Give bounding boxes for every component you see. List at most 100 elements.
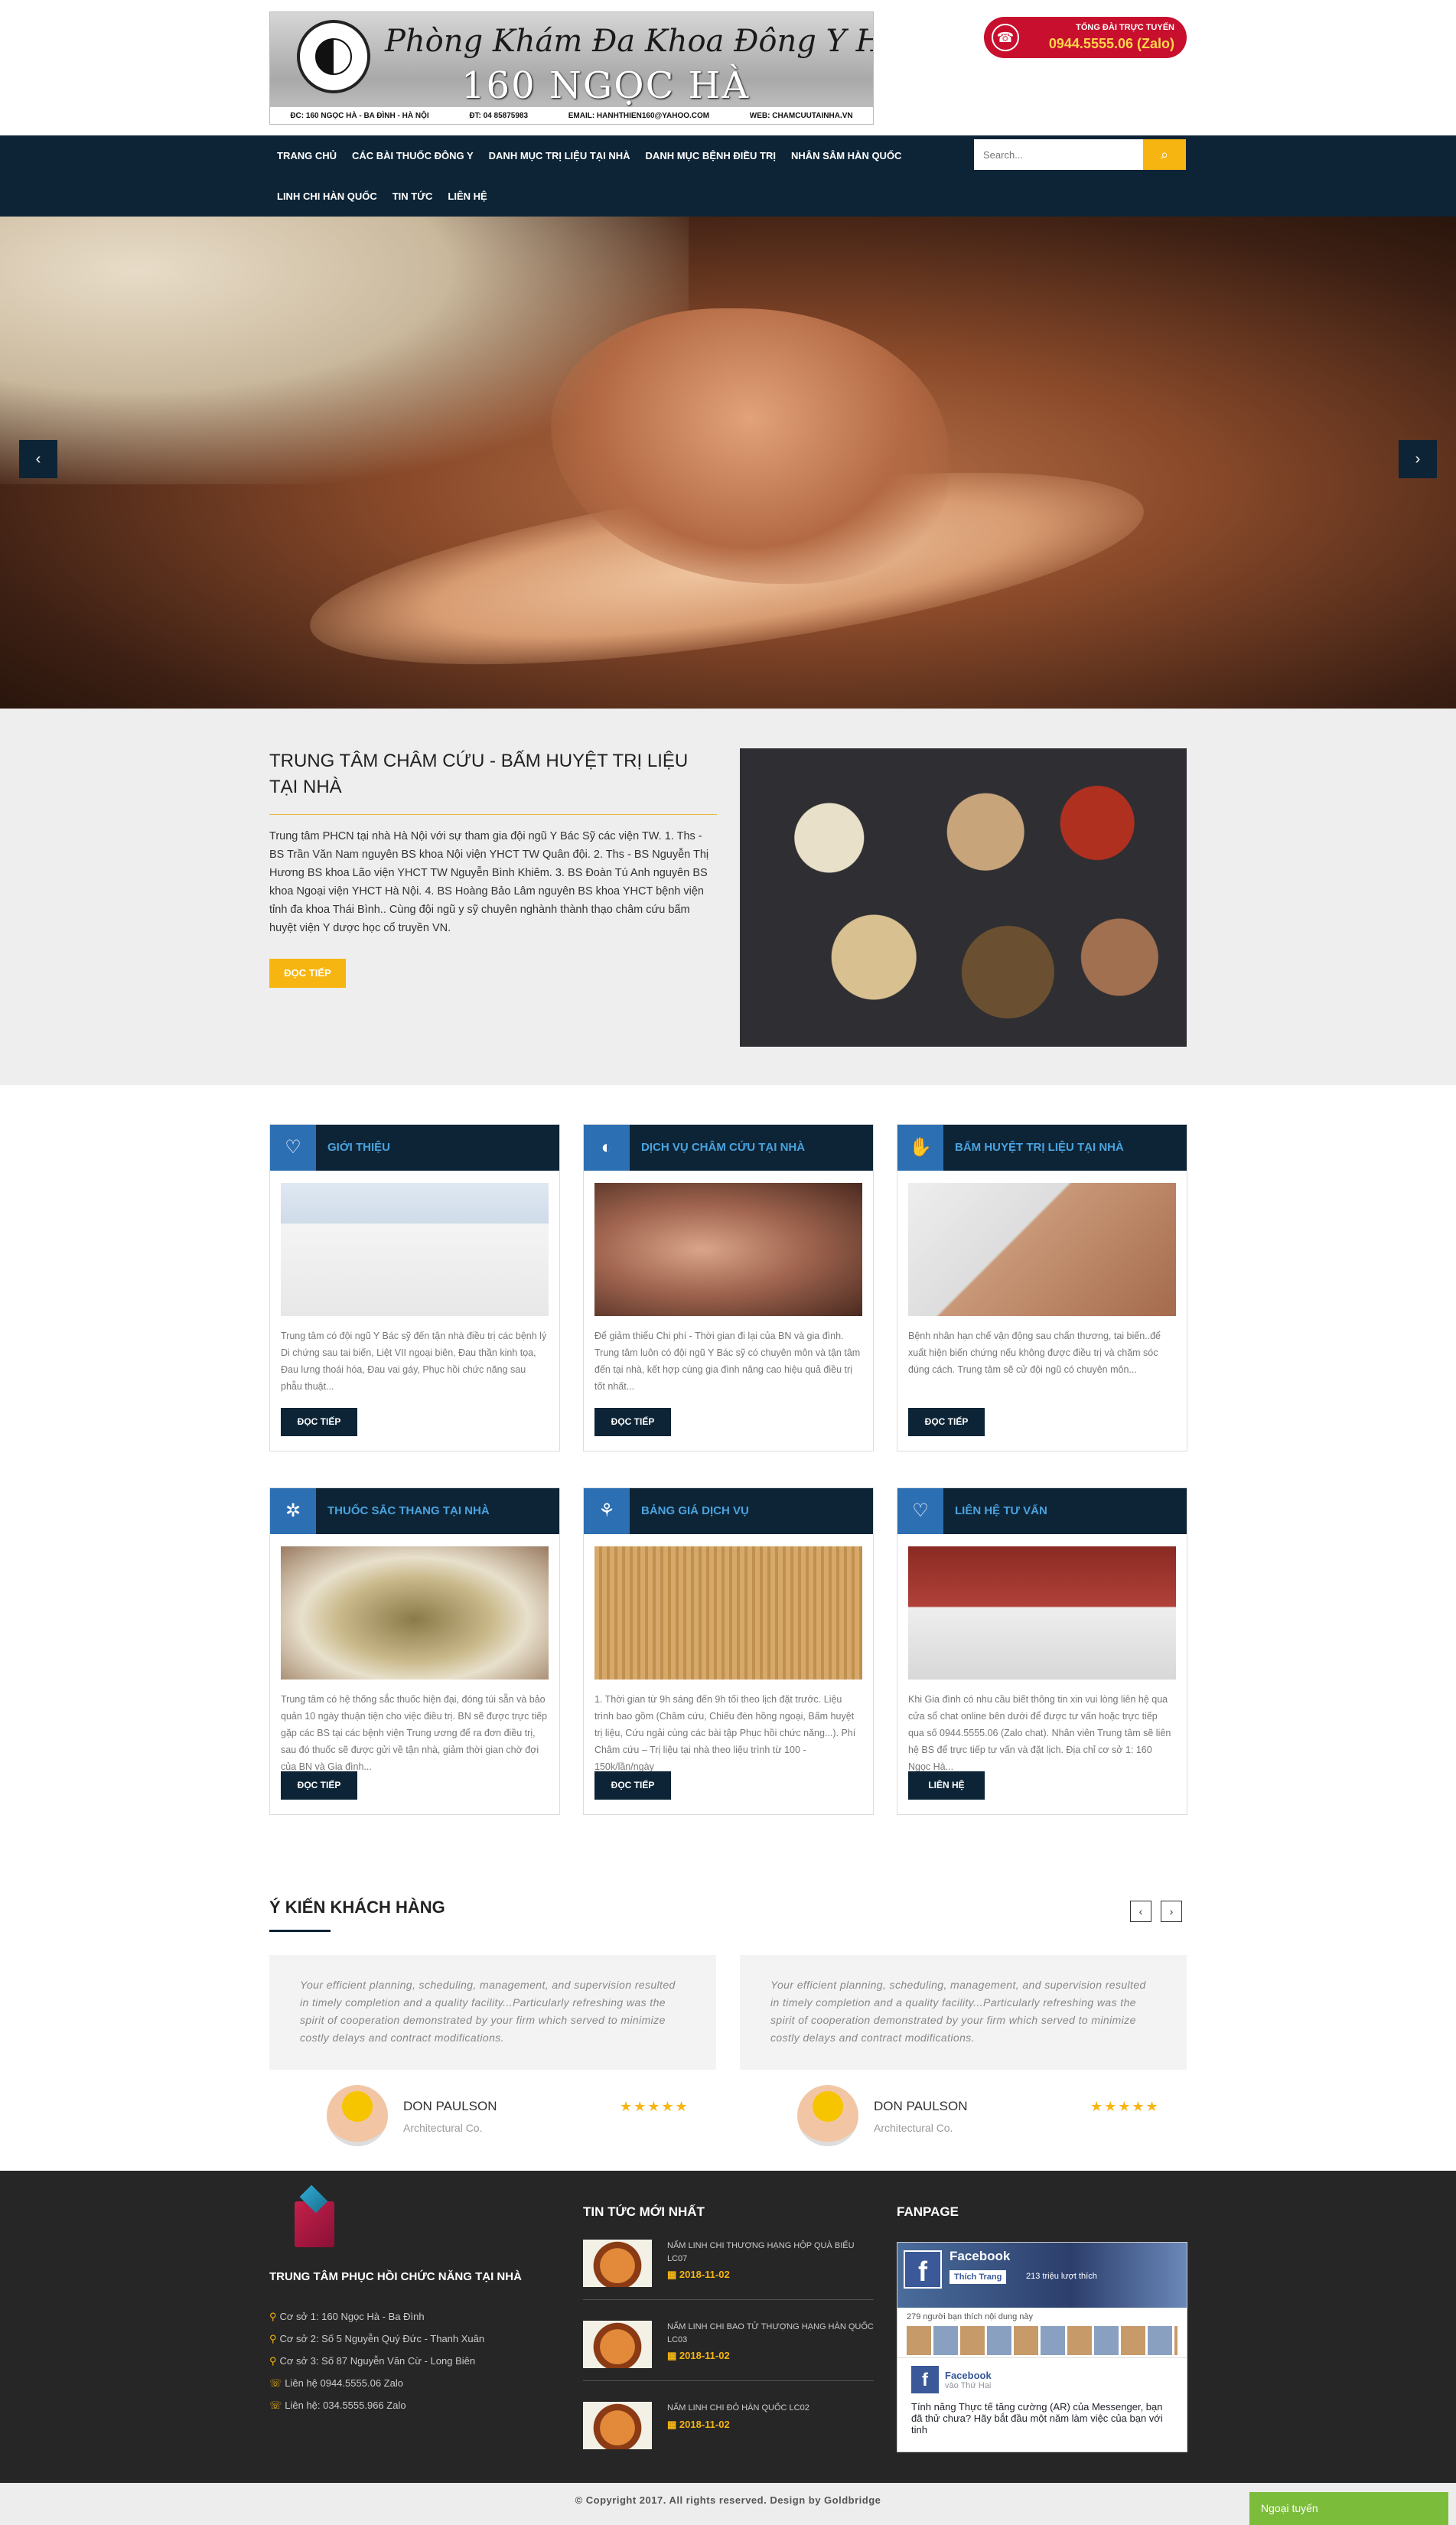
footer-address-2: ⚲ Cơ sở 2: Số 5 Nguyễn Quý Đức - Thanh Xu… bbox=[269, 2333, 484, 2345]
nav-item-contact[interactable]: LIÊN HỆ bbox=[440, 191, 494, 202]
service-read-more-button[interactable]: ĐỌC TIẾP bbox=[594, 1408, 671, 1436]
testimonial-next-button[interactable]: › bbox=[1161, 1901, 1182, 1922]
service-read-more-button[interactable]: ĐỌC TIẾP bbox=[594, 1771, 671, 1800]
service-title[interactable]: GIỚI THIỆU bbox=[327, 1125, 390, 1171]
logo-strip-email: EMAIL: HANHTHIEN160@YAHOO.COM bbox=[568, 111, 710, 120]
nav-item-news[interactable]: TIN TỨC bbox=[385, 191, 441, 202]
footer-address-text: Cơ sở 3: Số 87 Nguyễn Văn Cừ - Long Biên bbox=[279, 2355, 476, 2367]
hotline-badge[interactable]: ☎ TỔNG ĐÀI TRỰC TUYẾN 0944.5555.06 (Zalo… bbox=[984, 17, 1187, 58]
news-title: TIN TỨC MỚI NHẤT bbox=[583, 2204, 705, 2219]
intro-divider bbox=[269, 814, 717, 815]
main-nav: TRANG CHỦ CÁC BÀI THUỐC ĐÔNG Y DANH MỤC … bbox=[0, 135, 1456, 217]
footer-address-text: Cơ sở 2: Số 5 Nguyễn Quý Đức - Thanh Xuâ… bbox=[279, 2333, 485, 2344]
avatar bbox=[327, 2085, 388, 2146]
intro-text: Trung tâm PHCN tại nhà Hà Nội với sự tha… bbox=[269, 830, 709, 934]
lungs-icon: ⚘ bbox=[584, 1488, 630, 1534]
service-text: Bệnh nhân hạn chế vận động sau chấn thươ… bbox=[908, 1331, 1161, 1375]
copyright: © Copyright 2017. All rights reserved. D… bbox=[0, 2483, 1456, 2525]
testimonial-quote: Your efficient planning, scheduling, man… bbox=[269, 1955, 716, 2070]
location-pin-icon: ⚲ bbox=[269, 2333, 277, 2344]
testimonial-company: Architectural Co. bbox=[403, 2122, 483, 2134]
testimonial-name: DON PAULSON bbox=[403, 2099, 497, 2113]
hotline-number: 0944.5555.06 (Zalo) bbox=[1048, 36, 1174, 51]
site-footer: TRUNG TÂM PHỤC HỒI CHỨC NĂNG TẠI NHÀ ⚲ Cơ… bbox=[0, 2171, 1456, 2483]
phone-icon: ☏ bbox=[269, 2377, 282, 2389]
facebook-icon: f bbox=[904, 2250, 942, 2289]
chat-widget-button[interactable]: Ngoại tuyến bbox=[1249, 2492, 1448, 2525]
hotline-label: TỔNG ĐÀI TRỰC TUYẾN bbox=[1076, 23, 1174, 32]
service-card: ♡ GIỚI THIỆU Trung tâm có đội ngũ Y Bác s… bbox=[269, 1124, 560, 1451]
footer-address-1: ⚲ Cơ sở 1: 160 Ngọc Hà - Ba Đình bbox=[269, 2311, 425, 2323]
logo-strip-web: WEB: CHAMCUUTAINHA.VN bbox=[749, 111, 853, 120]
footer-brand: TRUNG TÂM PHỤC HỒI CHỨC NĂNG TẠI NHÀ bbox=[269, 2270, 522, 2283]
news-item[interactable]: NẤM LINH CHI ĐỎ HÀN QUỐC LC02 ▦ 2018-11-… bbox=[583, 2402, 874, 2463]
rating-stars-icon: ★★★★★ bbox=[1090, 2099, 1160, 2114]
facebook-icon: f bbox=[911, 2366, 939, 2393]
phone-icon: ☏ bbox=[269, 2400, 282, 2411]
massage-image bbox=[908, 1183, 1176, 1316]
news-item[interactable]: NẤM LINH CHI THƯỢNG HẠNG HỘP QUÀ BIẾU LC… bbox=[583, 2240, 874, 2301]
nav-item-home-therapy[interactable]: DANH MỤC TRỊ LIỆU TẠI NHÀ bbox=[481, 150, 638, 161]
intro-section: TRUNG TÂM CHÂM CỨU - BẤM HUYỆT TRỊ LIỆU … bbox=[0, 709, 1456, 1085]
service-text: Trung tâm có đội ngũ Y Bác sỹ đến tận nh… bbox=[281, 1331, 547, 1392]
service-read-more-button[interactable]: ĐỌC TIẾP bbox=[908, 1408, 985, 1436]
nav-item-lingzhi[interactable]: LINH CHI HÀN QUỐC bbox=[269, 191, 385, 202]
service-title[interactable]: THUỐC SẮC THANG TẠI NHÀ bbox=[327, 1488, 490, 1534]
hero-slider bbox=[0, 217, 1456, 709]
search-icon: ⌕ bbox=[1160, 146, 1169, 162]
logo-title: Phòng Khám Đa Khoa Đông Y Hạnh Thiện 2 bbox=[385, 24, 873, 59]
news-item-date: ▦ 2018-11-02 bbox=[667, 2350, 730, 2362]
slider-next-button[interactable]: › bbox=[1399, 440, 1437, 478]
nav-item-home[interactable]: TRANG CHỦ bbox=[269, 150, 344, 161]
service-read-more-button[interactable]: ĐỌC TIẾP bbox=[281, 1771, 357, 1800]
service-card: ✋ BẤM HUYỆT TRỊ LIỆU TẠI NHÀ Bệnh nhân hạ… bbox=[897, 1124, 1187, 1451]
nav-item-ginseng[interactable]: NHÂN SÂM HÀN QUỐC bbox=[783, 150, 909, 161]
news-item-title[interactable]: NẤM LINH CHI THƯỢNG HẠNG HỘP QUÀ BIẾU LC… bbox=[667, 2240, 874, 2266]
footer-address-text: Cơ sở 1: 160 Ngọc Hà - Ba Đình bbox=[279, 2311, 425, 2322]
testimonial-prev-button[interactable]: ‹ bbox=[1130, 1901, 1151, 1922]
logo-strip-address: ĐC: 160 NGỌC HÀ - BA ĐÌNH - HÀ NỘI bbox=[290, 111, 429, 120]
herbal-medicine-image bbox=[281, 1546, 549, 1680]
search-input[interactable] bbox=[974, 139, 1143, 170]
facebook-post: f Facebook vào Thứ Hai Tính năng Thực tế… bbox=[897, 2357, 1187, 2452]
service-contact-button[interactable]: LIÊN HỆ bbox=[908, 1771, 985, 1800]
site-header: Phòng Khám Đa Khoa Đông Y Hạnh Thiện 2 1… bbox=[0, 0, 1456, 135]
news-item-title[interactable]: NẤM LINH CHI BAO TỬ THƯỢNG HẠNG HÀN QUỐC… bbox=[667, 2321, 874, 2347]
location-pin-icon: ⚲ bbox=[269, 2355, 277, 2367]
footer-address-3: ⚲ Cơ sở 3: Số 87 Nguyễn Văn Cừ - Long Biê… bbox=[269, 2355, 475, 2367]
news-thumbnail bbox=[583, 2321, 652, 2368]
testimonials-title: Ý KIẾN KHÁCH HÀNG bbox=[269, 1898, 445, 1917]
nav-item-remedies[interactable]: CÁC BÀI THUỐC ĐÔNG Y bbox=[344, 150, 481, 161]
heart-hand-icon: ♡ bbox=[897, 1488, 943, 1534]
service-read-more-button[interactable]: ĐỌC TIẾP bbox=[281, 1408, 357, 1436]
footer-phone-text: Liên hệ 0944.5555.06 Zalo bbox=[285, 2377, 403, 2389]
calendar-icon: ▦ bbox=[667, 2269, 679, 2280]
service-title[interactable]: BẢNG GIÁ DỊCH VỤ bbox=[641, 1488, 749, 1534]
facebook-like-button[interactable]: Thích Trang bbox=[949, 2270, 1007, 2284]
service-title[interactable]: BẤM HUYỆT TRỊ LIỆU TẠI NHÀ bbox=[955, 1125, 1124, 1171]
herbs-image bbox=[740, 748, 1187, 1047]
service-text: Khi Gia đình có nhu cầu biết thông tin x… bbox=[908, 1694, 1171, 1772]
service-title[interactable]: DỊCH VỤ CHÂM CỨU TẠI NHÀ bbox=[641, 1125, 805, 1171]
facebook-cover: f Facebook Thích Trang 213 triệu lượt th… bbox=[897, 2243, 1187, 2308]
intro-read-more-button[interactable]: ĐỌC TIẾP bbox=[269, 959, 346, 988]
facebook-like-count: 213 triệu lượt thích bbox=[1026, 2272, 1097, 2281]
clinic-seal-icon bbox=[297, 20, 370, 93]
ginseng-image bbox=[594, 1546, 862, 1680]
facebook-page-name[interactable]: Facebook bbox=[949, 2249, 1010, 2264]
nav-item-diseases[interactable]: DANH MỤC BỆNH ĐIỀU TRỊ bbox=[638, 150, 783, 161]
slider-prev-button[interactable]: ‹ bbox=[19, 440, 57, 478]
news-item-title[interactable]: NẤM LINH CHI ĐỎ HÀN QUỐC LC02 bbox=[667, 2402, 874, 2415]
facebook-widget[interactable]: f Facebook Thích Trang 213 triệu lượt th… bbox=[897, 2242, 1187, 2452]
facebook-post-author[interactable]: Facebook bbox=[945, 2370, 992, 2381]
heart-hand-icon: ♡ bbox=[270, 1125, 316, 1171]
service-title[interactable]: LIÊN HỆ TƯ VẤN bbox=[955, 1488, 1047, 1534]
logo-address: 160 NGỌC HÀ bbox=[461, 64, 751, 107]
site-logo[interactable]: Phòng Khám Đa Khoa Đông Y Hạnh Thiện 2 1… bbox=[269, 11, 874, 125]
news-item[interactable]: NẤM LINH CHI BAO TỬ THƯỢNG HẠNG HÀN QUỐC… bbox=[583, 2321, 874, 2382]
logo-strip-phone: ĐT: 04 85875983 bbox=[469, 111, 529, 120]
service-text: 1. Thời gian từ 9h sáng đến 9h tối theo … bbox=[594, 1694, 856, 1772]
news-divider bbox=[583, 2299, 874, 2300]
news-date-text: 2018-11-02 bbox=[679, 2350, 730, 2361]
search-button[interactable]: ⌕ bbox=[1143, 139, 1186, 170]
